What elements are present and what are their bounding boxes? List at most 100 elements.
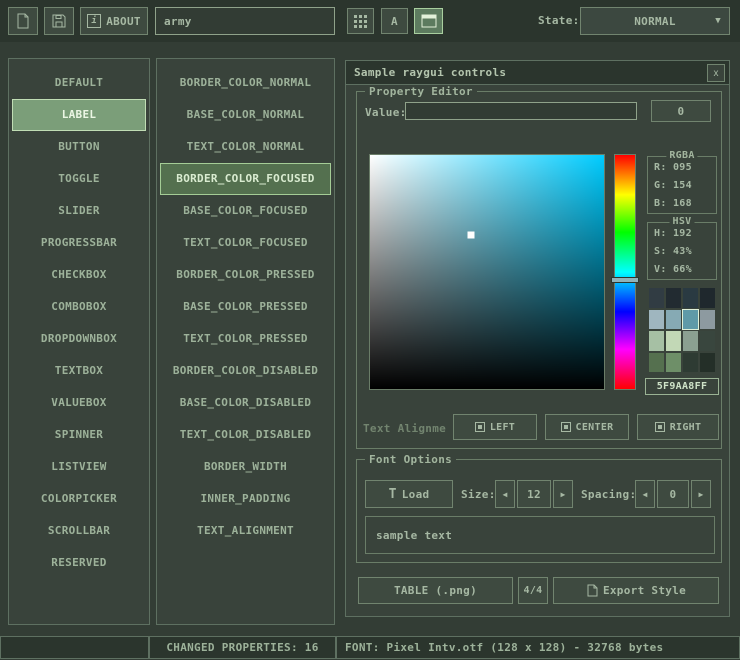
control-list-item[interactable]: PROGRESSBAR bbox=[12, 227, 146, 259]
property-list-item[interactable]: BASE_COLOR_FOCUSED bbox=[160, 195, 331, 227]
color-swatch[interactable] bbox=[683, 288, 698, 308]
color-swatch[interactable] bbox=[700, 331, 715, 351]
value-label: Value: bbox=[365, 106, 407, 119]
size-increase-button[interactable]: ▶ bbox=[553, 480, 573, 508]
new-file-icon bbox=[15, 13, 31, 29]
color-swatch[interactable] bbox=[700, 353, 715, 373]
table-format-button[interactable]: TABLE (.png) bbox=[358, 577, 513, 604]
align-left-button[interactable]: LEFT bbox=[453, 414, 537, 440]
spacing-value-box[interactable]: 0 bbox=[657, 480, 689, 508]
control-list-item[interactable]: COMBOBOX bbox=[12, 291, 146, 323]
new-file-button[interactable] bbox=[8, 7, 38, 35]
control-list-item[interactable]: SCROLLBAR bbox=[12, 515, 146, 547]
spacing-value: 0 bbox=[670, 488, 677, 501]
color-swatch[interactable] bbox=[649, 353, 664, 373]
hue-slider-handle[interactable] bbox=[611, 277, 639, 283]
color-swatch[interactable] bbox=[683, 310, 698, 330]
color-swatch[interactable] bbox=[700, 310, 715, 330]
load-font-label: Load bbox=[402, 488, 430, 501]
load-font-button[interactable]: T Load bbox=[365, 480, 453, 508]
sample-text-box[interactable]: sample text bbox=[365, 516, 715, 554]
style-name-input[interactable] bbox=[155, 7, 335, 35]
color-picker-cursor[interactable] bbox=[467, 231, 474, 238]
color-gradient-panel[interactable] bbox=[369, 154, 605, 390]
about-button-label: ABOUT bbox=[106, 15, 141, 28]
property-list-item[interactable]: BORDER_COLOR_DISABLED bbox=[160, 355, 331, 387]
align-left-icon bbox=[475, 422, 485, 432]
control-list-item[interactable]: DROPDOWNBOX bbox=[12, 323, 146, 355]
value-input[interactable] bbox=[405, 102, 637, 120]
color-swatch[interactable] bbox=[666, 310, 681, 330]
color-swatch[interactable] bbox=[666, 353, 681, 373]
color-swatch[interactable] bbox=[683, 353, 698, 373]
color-swatch[interactable] bbox=[666, 331, 681, 351]
align-right-button[interactable]: RIGHT bbox=[637, 414, 719, 440]
window-titlebar[interactable]: Sample raygui controls x bbox=[346, 61, 729, 85]
property-list-item[interactable]: BORDER_COLOR_PRESSED bbox=[160, 259, 331, 291]
close-icon[interactable]: x bbox=[707, 64, 725, 82]
control-list-item[interactable]: VALUEBOX bbox=[12, 387, 146, 419]
color-swatch[interactable] bbox=[649, 331, 664, 351]
size-decrease-button[interactable]: ◀ bbox=[495, 480, 515, 508]
value-number-box[interactable]: 0 bbox=[651, 100, 711, 122]
property-list-item[interactable]: BORDER_COLOR_NORMAL bbox=[160, 67, 331, 99]
text-alignment-label: Text Alignme bbox=[363, 422, 459, 435]
spacing-increase-button[interactable]: ▶ bbox=[691, 480, 711, 508]
property-list-item[interactable]: BASE_COLOR_NORMAL bbox=[160, 99, 331, 131]
font-options-group: Font Options T Load Size: ◀ 12 ▶ Spacing… bbox=[356, 459, 722, 563]
property-list-item[interactable]: INNER_PADDING bbox=[160, 483, 331, 515]
sample-text: sample text bbox=[376, 529, 452, 542]
align-left-label: LEFT bbox=[490, 422, 515, 433]
color-swatch[interactable] bbox=[649, 288, 664, 308]
control-list-item[interactable]: LISTVIEW bbox=[12, 451, 146, 483]
color-swatch[interactable] bbox=[700, 288, 715, 308]
grid-view-button[interactable] bbox=[347, 8, 374, 34]
statusbar-font-info: FONT: Pixel Intv.otf (128 x 128) - 32768… bbox=[336, 636, 740, 659]
control-list-item[interactable]: TEXTBOX bbox=[12, 355, 146, 387]
property-list-item[interactable]: TEXT_COLOR_FOCUSED bbox=[160, 227, 331, 259]
align-center-label: CENTER bbox=[576, 422, 614, 433]
control-list-item[interactable]: SPINNER bbox=[12, 419, 146, 451]
export-style-label: Export Style bbox=[603, 584, 686, 597]
hsv-v-row: V: 66% bbox=[648, 263, 716, 277]
rgba-g-row: G: 154 bbox=[648, 179, 716, 193]
control-list-item[interactable]: CHECKBOX bbox=[12, 259, 146, 291]
window-style-icon bbox=[421, 14, 437, 28]
property-list-item[interactable]: TEXT_COLOR_PRESSED bbox=[160, 323, 331, 355]
hsv-h-row: H: 192 bbox=[648, 227, 716, 241]
hex-value: 5F9AA8FF bbox=[657, 381, 708, 392]
control-list-item[interactable]: LABEL bbox=[12, 99, 146, 131]
table-ratio-box[interactable]: 4/4 bbox=[518, 577, 548, 604]
hex-value-box[interactable]: 5F9AA8FF bbox=[645, 378, 719, 395]
save-button[interactable] bbox=[44, 7, 74, 35]
control-list-item[interactable]: SLIDER bbox=[12, 195, 146, 227]
color-swatch[interactable] bbox=[649, 310, 664, 330]
control-list-item[interactable]: BUTTON bbox=[12, 131, 146, 163]
property-list-item[interactable]: BORDER_COLOR_FOCUSED bbox=[160, 163, 331, 195]
font-view-button[interactable]: A bbox=[381, 8, 408, 34]
control-list-item[interactable]: COLORPICKER bbox=[12, 483, 146, 515]
color-swatch-grid bbox=[649, 288, 715, 372]
about-button[interactable]: i ABOUT bbox=[80, 7, 148, 35]
control-list-item[interactable]: DEFAULT bbox=[12, 67, 146, 99]
style-view-button[interactable] bbox=[414, 8, 443, 34]
color-swatch[interactable] bbox=[666, 288, 681, 308]
state-dropdown-value: NORMAL bbox=[634, 15, 676, 28]
rgba-group: RGBA R: 095 G: 154 B: 168 bbox=[647, 156, 717, 214]
property-list-item[interactable]: BASE_COLOR_DISABLED bbox=[160, 387, 331, 419]
property-list-item[interactable]: BORDER_WIDTH bbox=[160, 451, 331, 483]
hue-bar[interactable] bbox=[614, 154, 636, 390]
property-list-item[interactable]: BASE_COLOR_PRESSED bbox=[160, 291, 331, 323]
size-value-box[interactable]: 12 bbox=[517, 480, 551, 508]
color-swatch[interactable] bbox=[683, 331, 698, 351]
align-center-button[interactable]: CENTER bbox=[545, 414, 629, 440]
spacing-decrease-button[interactable]: ◀ bbox=[635, 480, 655, 508]
property-list-item[interactable]: TEXT_ALIGNMENT bbox=[160, 515, 331, 547]
control-list-item[interactable]: RESERVED bbox=[12, 547, 146, 579]
table-format-label: TABLE (.png) bbox=[394, 584, 477, 597]
export-style-button[interactable]: Export Style bbox=[553, 577, 719, 604]
property-list-item[interactable]: TEXT_COLOR_NORMAL bbox=[160, 131, 331, 163]
control-list-item[interactable]: TOGGLE bbox=[12, 163, 146, 195]
state-dropdown[interactable]: NORMAL ▼ bbox=[580, 7, 730, 35]
property-list-item[interactable]: TEXT_COLOR_DISABLED bbox=[160, 419, 331, 451]
